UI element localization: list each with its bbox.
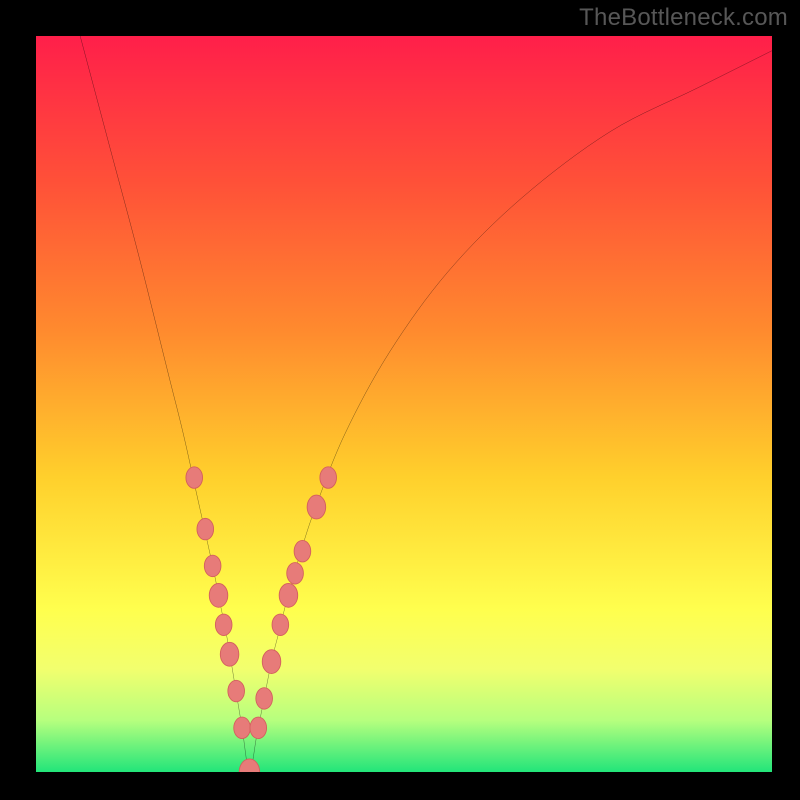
curve-marker [262, 650, 281, 674]
curve-marker [204, 555, 221, 576]
curve-marker [272, 614, 289, 635]
curve-marker [279, 583, 298, 607]
curve-markers [186, 467, 337, 772]
plot-area [36, 36, 772, 772]
curve-marker [239, 759, 259, 772]
bottleneck-curve [80, 36, 772, 772]
curve-marker [256, 688, 273, 709]
chart-frame: TheBottleneck.com [0, 0, 800, 800]
bottleneck-curve-svg [36, 36, 772, 772]
curve-marker [320, 467, 337, 488]
watermark-text: TheBottleneck.com [579, 4, 788, 32]
curve-marker [186, 467, 203, 488]
curve-marker [250, 717, 267, 738]
curve-marker [209, 583, 228, 607]
curve-marker [220, 642, 239, 666]
curve-marker [287, 563, 304, 584]
curve-marker [215, 614, 232, 635]
curve-marker [234, 717, 251, 738]
curve-marker [228, 680, 245, 701]
curve-marker [307, 495, 326, 519]
curve-marker [197, 518, 214, 539]
curve-marker [294, 540, 311, 561]
